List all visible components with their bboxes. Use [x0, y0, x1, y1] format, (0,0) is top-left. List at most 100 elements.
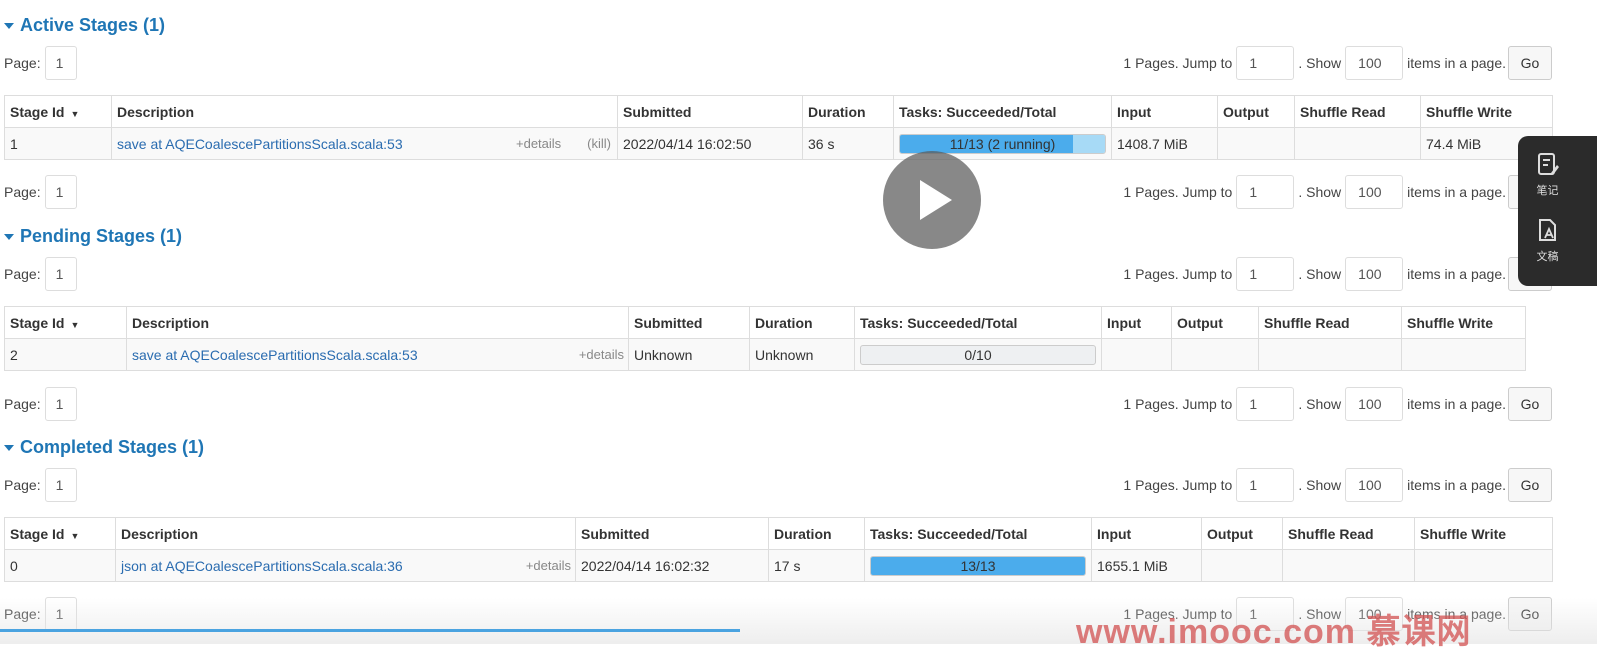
stage-description-link[interactable]: save at AQECoalescePartitionsScala.scala…: [132, 347, 418, 363]
pending-stages-toggle[interactable]: Pending Stages (1): [4, 224, 182, 248]
col-header-shuffle-write[interactable]: Shuffle Write: [1401, 306, 1526, 339]
col-header-input[interactable]: Input: [1101, 306, 1172, 339]
completed-stages-toggle[interactable]: Completed Stages (1): [4, 435, 204, 459]
jump-to-input[interactable]: 1: [1236, 175, 1295, 209]
jump-to-input[interactable]: 1: [1236, 468, 1295, 502]
page-input[interactable]: 1: [44, 468, 77, 502]
col-header-tasks[interactable]: Tasks: Succeeded/Total: [893, 95, 1112, 128]
table-header-row: Stage Id ▼ Description Submitted Duration…: [4, 517, 1553, 550]
go-button[interactable]: Go: [1508, 46, 1552, 80]
stage-description-link[interactable]: save at AQECoalescePartitionsScala.scala…: [117, 136, 403, 152]
collapse-caret-icon: [4, 234, 14, 240]
stage-id-cell: 1: [4, 127, 112, 160]
show-label: . Show: [1298, 477, 1342, 493]
page-input[interactable]: 1: [44, 257, 77, 291]
page-size-input[interactable]: 100: [1345, 46, 1404, 80]
page-input[interactable]: 1: [44, 46, 77, 80]
col-header-duration[interactable]: Duration: [749, 306, 855, 339]
col-header-input[interactable]: Input: [1091, 517, 1202, 550]
col-header-tasks[interactable]: Tasks: Succeeded/Total: [854, 306, 1102, 339]
sort-desc-icon: ▼: [70, 108, 80, 119]
watermark-logo: www.imooc.com 慕课网: [1076, 613, 1472, 651]
sort-desc-icon: ▼: [70, 319, 80, 330]
col-header-output[interactable]: Output: [1201, 517, 1283, 550]
show-label: . Show: [1298, 184, 1342, 200]
side-tool-panel: 笔记 文稿: [1518, 136, 1597, 286]
col-header-tasks[interactable]: Tasks: Succeeded/Total: [864, 517, 1092, 550]
draft-label: 文稿: [1536, 251, 1559, 263]
play-icon: [920, 180, 952, 220]
items-label: items in a page.: [1407, 477, 1506, 493]
jump-to-input[interactable]: 1: [1236, 46, 1295, 80]
shuffle-write-cell: [1414, 549, 1553, 582]
jump-to-input[interactable]: 1: [1236, 387, 1295, 421]
col-header-shuffle-read[interactable]: Shuffle Read: [1258, 306, 1402, 339]
col-header-stage-id[interactable]: Stage Id ▼: [4, 95, 112, 128]
shuffle-read-cell: [1282, 549, 1415, 582]
go-button[interactable]: Go: [1508, 468, 1552, 502]
col-header-stage-id[interactable]: Stage Id ▼: [4, 306, 127, 339]
submitted-cell: Unknown: [628, 338, 750, 371]
col-header-output[interactable]: Output: [1217, 95, 1295, 128]
pending-top-pager: Page: 1 1 Pages. Jump to 1 . Show 100 it…: [4, 256, 1552, 292]
jump-to-input[interactable]: 1: [1236, 257, 1295, 291]
details-toggle[interactable]: +details: [526, 558, 571, 573]
col-header-description[interactable]: Description: [115, 517, 576, 550]
input-cell: 1408.7 MiB: [1111, 127, 1218, 160]
go-button[interactable]: Go: [1508, 597, 1552, 631]
col-header-submitted[interactable]: Submitted: [575, 517, 769, 550]
go-button[interactable]: Go: [1508, 387, 1552, 421]
description-cell: save at AQECoalescePartitionsScala.scala…: [111, 127, 618, 160]
page-input[interactable]: 1: [44, 387, 77, 421]
col-header-shuffle-write[interactable]: Shuffle Write: [1414, 517, 1553, 550]
col-header-submitted[interactable]: Submitted: [628, 306, 750, 339]
active-stages-title: Active Stages (1): [20, 14, 166, 35]
col-header-duration[interactable]: Duration: [768, 517, 865, 550]
tasks-progress-bar: 13/13: [870, 555, 1086, 576]
page-size-input[interactable]: 100: [1345, 257, 1404, 291]
page-label: Page:: [4, 184, 41, 200]
col-header-shuffle-write[interactable]: Shuffle Write: [1420, 95, 1553, 128]
col-header-description[interactable]: Description: [111, 95, 618, 128]
table-header-row: Stage Id ▼ Description Submitted Duration…: [4, 95, 1553, 128]
shuffle-read-cell: [1258, 338, 1402, 371]
table-row: 1 save at AQECoalescePartitionsScala.sca…: [4, 127, 1553, 160]
page-size-input[interactable]: 100: [1345, 468, 1404, 502]
col-header-description[interactable]: Description: [126, 306, 629, 339]
table-row: 0 json at AQECoalescePartitionsScala.sca…: [4, 549, 1553, 582]
page-input[interactable]: 1: [44, 597, 77, 631]
stage-description-link[interactable]: json at AQECoalescePartitionsScala.scala…: [121, 558, 403, 574]
col-header-duration[interactable]: Duration: [802, 95, 894, 128]
active-stages-toggle[interactable]: Active Stages (1): [4, 13, 165, 37]
page-size-input[interactable]: 100: [1345, 387, 1404, 421]
page-size-input[interactable]: 100: [1345, 175, 1404, 209]
video-play-button[interactable]: [883, 151, 981, 249]
col-header-shuffle-read[interactable]: Shuffle Read: [1294, 95, 1421, 128]
pending-stages-table: Stage Id ▼ Description Submitted Duration…: [4, 306, 1526, 371]
items-label: items in a page.: [1407, 55, 1506, 71]
col-header-output[interactable]: Output: [1171, 306, 1259, 339]
shuffle-read-cell: [1294, 127, 1421, 160]
col-header-input[interactable]: Input: [1111, 95, 1218, 128]
input-cell: [1101, 338, 1172, 371]
active-top-pager: Page: 1 1 Pages. Jump to 1 . Show 100 it…: [4, 45, 1552, 81]
completed-stages-table: Stage Id ▼ Description Submitted Duration…: [4, 517, 1553, 582]
kill-link[interactable]: (kill): [587, 136, 611, 151]
items-label: items in a page.: [1407, 184, 1506, 200]
col-header-shuffle-read[interactable]: Shuffle Read: [1282, 517, 1415, 550]
document-text-icon: [1538, 219, 1556, 241]
col-header-submitted[interactable]: Submitted: [617, 95, 803, 128]
table-header-row: Stage Id ▼ Description Submitted Duration…: [4, 306, 1526, 339]
tasks-progress-bar: 0/10: [860, 344, 1096, 365]
details-toggle[interactable]: +details: [516, 136, 561, 151]
video-progress-line[interactable]: [0, 629, 740, 632]
notes-button[interactable]: 笔记: [1518, 152, 1577, 198]
col-header-stage-id[interactable]: Stage Id ▼: [4, 517, 116, 550]
description-cell: json at AQECoalescePartitionsScala.scala…: [115, 549, 576, 582]
items-label: items in a page.: [1407, 396, 1506, 412]
page-input[interactable]: 1: [44, 175, 77, 209]
draft-button[interactable]: 文稿: [1518, 218, 1577, 264]
duration-cell: 17 s: [768, 549, 865, 582]
details-toggle[interactable]: +details: [579, 347, 624, 362]
duration-cell: Unknown: [749, 338, 855, 371]
